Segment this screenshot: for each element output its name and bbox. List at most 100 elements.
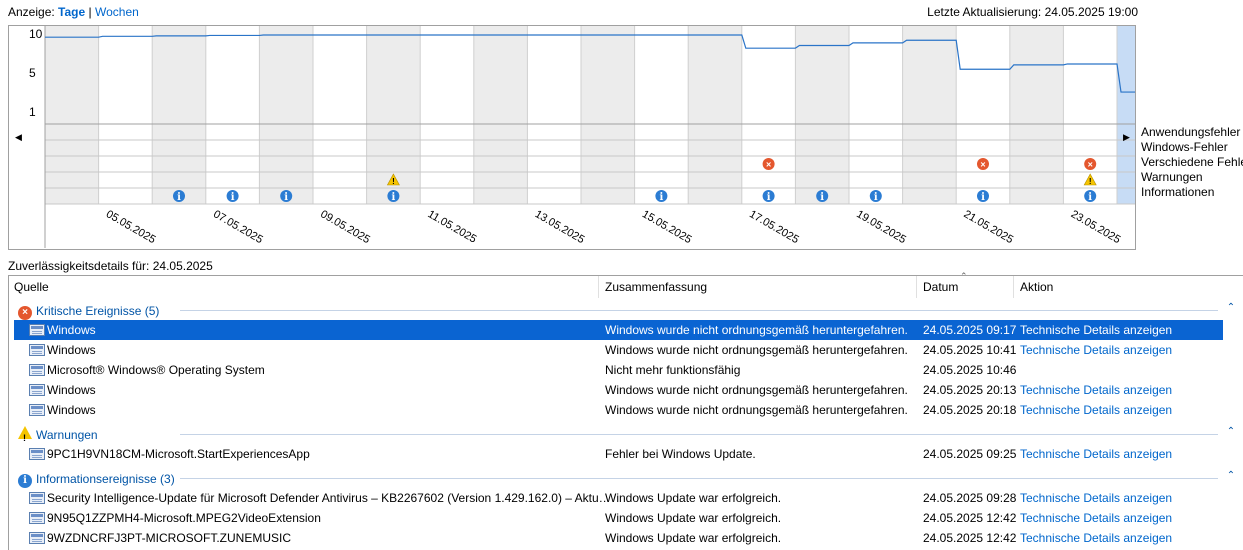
chart-day-column [849,26,903,204]
row-date: 24.05.2025 10:41 [923,343,1017,357]
table-row[interactable]: 9WZDNCRFJ3PT-MICROSOFT.ZUNEMUSIC Windows … [14,528,1223,548]
view-weeks-link[interactable]: Wochen [95,5,139,19]
warning-icon: ! [18,425,32,443]
group-title: Kritische Ereignisse (5) [36,303,160,318]
technical-details-link[interactable]: Technische Details anzeigen [1020,340,1220,360]
column-separator[interactable] [598,276,599,298]
info-icon-glyph: i [659,192,663,203]
view-label: Anzeige: [8,5,55,19]
table-row[interactable]: Security Intelligence-Update für Microso… [14,488,1223,508]
application-window-icon [29,404,45,416]
row-summary: Windows wurde nicht ordnungsgemäß herunt… [605,323,908,337]
technical-details-link[interactable] [1020,360,1220,380]
column-header-source[interactable]: Quelle [14,276,49,298]
row-source: Windows [47,343,96,357]
group-divider [180,478,1218,479]
table-row[interactable]: Windows Windows wurde nicht ordnungsgemäß… [14,380,1223,400]
row-source: 9PC1H9VN18CM-Microsoft.StartExperiencesA… [47,447,310,461]
chart-day-column [313,26,367,204]
technical-details-link[interactable]: Technische Details anzeigen [1020,488,1220,508]
error-icon-glyph: × [1088,160,1093,170]
row-date: 24.05.2025 20:13 [923,383,1017,397]
chart-day-column [420,26,474,204]
table-row[interactable]: Windows Windows wurde nicht ordnungsgemäß… [14,320,1223,340]
chart-day-column [688,26,742,204]
chevron-right-icon[interactable]: ▶ [1123,132,1130,142]
chart-day-column [205,26,260,204]
table-row[interactable]: Microsoft® Windows® Operating System Nich… [14,360,1223,380]
application-window-icon [29,384,45,396]
row-summary: Nicht mehr funktionsfähig [605,363,741,377]
info-icon-glyph: i [231,192,235,203]
chart-day-column [98,26,153,204]
y-tick-label: 1 [29,105,36,119]
row-summary: Windows Update war erfolgreich. [605,491,782,505]
chevron-up-icon[interactable]: ⌃ [1224,470,1238,481]
row-source: 9WZDNCRFJ3PT-MICROSOFT.ZUNEMUSIC [47,531,291,545]
last-update-text: Letzte Aktualisierung: 24.05.2025 19:00 [927,5,1138,19]
table-row[interactable]: Windows Windows wurde nicht ordnungsgemäß… [14,400,1223,420]
error-icon-glyph: × [980,160,985,170]
technical-details-link[interactable]: Technische Details anzeigen [1020,444,1220,464]
chart-day-column [795,26,849,204]
technical-details-link[interactable]: Technische Details anzeigen [1020,508,1220,528]
view-days-link[interactable]: Tage [58,5,85,19]
row-summary: Fehler bei Windows Update. [605,447,756,461]
technical-details-link[interactable]: Technische Details anzeigen [1020,400,1220,420]
technical-details-link[interactable]: Technische Details anzeigen [1020,528,1220,548]
legend-warnungen: Warnungen [1141,170,1203,184]
chevron-left-icon[interactable]: ◀ [15,132,22,142]
info-icon: i [18,473,32,488]
x-tick-label: 11.05.2025 [426,208,479,246]
application-window-icon [29,532,45,544]
info-icon-glyph: i [767,192,771,203]
chart-day-column [473,26,528,204]
chart-day-column [527,26,581,204]
error-icon-glyph: × [766,160,771,170]
column-header-summary[interactable]: Zusammenfassung [605,276,707,298]
chart-day-column [45,26,99,204]
group-title: Informationsereignisse (3) [36,471,175,486]
column-separator[interactable] [916,276,917,298]
y-tick-label: 5 [29,66,36,80]
x-tick-label: 23.05.2025 [1069,208,1123,246]
chart-day-column [1009,26,1064,204]
column-header-action[interactable]: Aktion [1020,276,1053,298]
row-date: 24.05.2025 20:18 [923,403,1017,417]
column-separator[interactable] [1013,276,1014,298]
application-window-icon [29,344,45,356]
details-title: Zuverlässigkeitsdetails für: 24.05.2025 [8,259,213,273]
table-row[interactable]: 9PC1H9VN18CM-Microsoft.StartExperiencesA… [14,444,1223,464]
warning-icon-glyph: ! [392,177,395,186]
row-date: 24.05.2025 12:42 [923,531,1017,545]
technical-details-link[interactable]: Technische Details anzeigen [1020,320,1220,340]
chevron-up-icon[interactable]: ⌃ [1224,426,1238,437]
table-row[interactable]: Windows Windows wurde nicht ordnungsgemäß… [14,340,1223,360]
error-icon: × [18,305,32,320]
row-date: 24.05.2025 10:46 [923,363,1017,377]
application-window-icon [29,364,45,376]
x-tick-label: 13.05.2025 [533,208,587,246]
row-summary: Windows Update war erfolgreich. [605,511,782,525]
technical-details-link[interactable]: Technische Details anzeigen [1020,380,1220,400]
row-date: 24.05.2025 12:42 [923,511,1017,525]
x-tick-label: 19.05.2025 [854,208,908,246]
info-icon-glyph: i [284,192,288,203]
x-tick-label: 15.05.2025 [640,208,694,246]
application-window-icon [29,512,45,524]
info-icon-glyph: i [391,192,395,203]
chart-day-column [581,26,635,204]
row-source: 9N95Q1ZZPMH4-Microsoft.MPEG2VideoExtensi… [47,511,321,525]
column-header-date[interactable]: Datum [923,276,958,298]
chevron-up-icon[interactable]: ⌃ [1224,302,1238,313]
reliability-chart-svg[interactable]: 1051×××××!!!iiiiiiiiiii05.05.202507.05.2… [9,26,1135,249]
row-source: Microsoft® Windows® Operating System [47,363,265,377]
x-tick-label: 05.05.2025 [104,208,158,246]
chart-day-column [902,26,957,204]
view-separator: | [88,5,92,19]
table-row[interactable]: 9N95Q1ZZPMH4-Microsoft.MPEG2VideoExtensi… [14,508,1223,528]
x-tick-label: 21.05.2025 [962,208,1016,246]
row-summary: Windows Update war erfolgreich. [605,531,782,545]
row-date: 24.05.2025 09:17 [923,323,1017,337]
warning-icon-glyph: ! [1089,177,1092,186]
